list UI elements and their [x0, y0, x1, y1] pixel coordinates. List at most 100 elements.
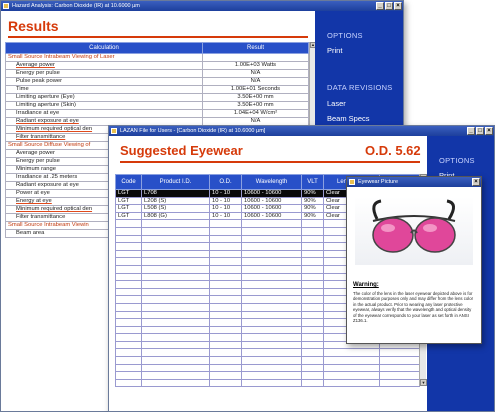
empty-cell [141, 264, 210, 274]
empty-cell [301, 363, 324, 373]
print-link[interactable]: Print [327, 46, 342, 55]
empty-cell [241, 242, 302, 251]
empty-cell [323, 356, 380, 365]
eyewear-picture-titlebar[interactable]: Eyewear Picture × [347, 177, 481, 187]
results-row[interactable]: Energy per pulse N/A [5, 69, 309, 78]
results-row[interactable]: Average power 1.00E+03 Watts [5, 61, 309, 70]
minimize-button[interactable]: _ [376, 2, 384, 10]
close-button[interactable]: × [394, 2, 402, 10]
column-header[interactable]: Product I.D. [141, 174, 210, 190]
empty-cell [301, 226, 324, 236]
empty-cell [115, 356, 142, 365]
results-row[interactable]: Irradiance at eye 1.04E+04 W/cm² [5, 109, 309, 118]
empty-cell [301, 371, 324, 380]
options-heading: OPTIONS [439, 156, 475, 165]
empty-cell [209, 340, 242, 350]
calculation-cell: Average power [5, 61, 203, 70]
empty-cell [241, 318, 302, 327]
empty-cell [209, 295, 242, 304]
column-header-calculation[interactable]: Calculation [5, 42, 203, 54]
results-row[interactable]: Time 1.00E+01 Seconds [5, 85, 309, 94]
app-icon [3, 3, 9, 9]
empty-cell [379, 371, 420, 380]
empty-cell [141, 348, 210, 358]
result-cell: 1.04E+04 W/cm² [202, 109, 309, 118]
empty-cell [115, 219, 142, 228]
empty-cell [241, 371, 302, 380]
hazard-analysis-titlebar[interactable]: Hazard Analysis: Carbon Dioxide (IR) at … [1, 1, 403, 11]
column-header[interactable]: O.D. [209, 174, 242, 190]
eyewear-cell: 10600 - 10600 [241, 189, 302, 198]
empty-cell [115, 280, 142, 289]
eyewear-cell: 90% [301, 189, 324, 198]
empty-cell [115, 264, 142, 274]
empty-cell [209, 356, 242, 365]
minimize-button[interactable]: _ [467, 127, 475, 135]
heading-divider [120, 161, 420, 163]
empty-cell [241, 340, 302, 350]
results-row[interactable]: Pulse peak power N/A [5, 77, 309, 86]
empty-cell [141, 302, 210, 312]
close-button[interactable]: × [472, 178, 480, 186]
results-row[interactable]: Small Source Intrabeam Viewing of Laser [5, 53, 309, 62]
eyewear-cell: 10600 - 10600 [241, 211, 302, 221]
eyewear-titlebar[interactable]: LAZAN File for Users - [Carbon Dioxide (… [109, 126, 494, 136]
empty-row [115, 371, 420, 380]
eyewear-heading: Suggested Eyewear [120, 143, 243, 158]
empty-cell [209, 226, 242, 236]
calculation-cell: Small Source Intrabeam Viewing of Laser [5, 53, 203, 62]
warning-heading: Warning: [353, 282, 379, 288]
calculation-cell: Time [5, 85, 203, 94]
result-cell: N/A [202, 77, 309, 86]
scroll-down-icon[interactable]: ▼ [420, 379, 427, 386]
column-header[interactable]: VLT [301, 174, 324, 190]
eyewear-cell: L708 [141, 189, 210, 198]
empty-cell [323, 378, 380, 388]
empty-cell [209, 280, 242, 289]
calculation-cell: Irradiance at eye [5, 109, 203, 118]
empty-cell [115, 287, 142, 297]
eyewear-cell: 10 - 10 [209, 196, 242, 206]
eyewear-cell: 90% [301, 204, 324, 213]
empty-cell [209, 333, 242, 342]
results-row[interactable]: Limiting aperture (Skin) 3.50E+00 mm [5, 101, 309, 110]
eyewear-cell: LGT [115, 204, 142, 213]
beam-specs-link[interactable]: Beam Specs [327, 114, 370, 123]
empty-cell [241, 378, 302, 388]
column-header[interactable]: Code [115, 174, 142, 190]
eyewear-picture-window: Eyewear Picture × Warning: The color of … [346, 176, 482, 344]
results-row[interactable]: Limiting aperture (Eye) 3.50E+00 mm [5, 93, 309, 102]
empty-cell [323, 348, 380, 358]
empty-cell [209, 310, 242, 320]
empty-cell [115, 242, 142, 251]
empty-cell [301, 219, 324, 228]
maximize-button[interactable]: □ [385, 2, 393, 10]
empty-row [115, 363, 420, 373]
calculation-cell: Energy per pulse [5, 69, 203, 78]
empty-cell [379, 363, 420, 373]
empty-cell [209, 348, 242, 358]
laser-link[interactable]: Laser [327, 99, 346, 108]
empty-cell [115, 310, 142, 320]
empty-cell [209, 318, 242, 327]
close-button[interactable]: × [485, 127, 493, 135]
maximize-button[interactable]: □ [476, 127, 484, 135]
empty-cell [241, 325, 302, 335]
heading-divider [8, 36, 308, 38]
column-header-result[interactable]: Result [202, 42, 309, 54]
empty-cell [141, 340, 210, 350]
column-header[interactable]: Wavelength [241, 174, 302, 190]
empty-cell [115, 302, 142, 312]
eyewear-cell: 10600 - 10600 [241, 196, 302, 206]
empty-cell [115, 378, 142, 388]
empty-cell [241, 310, 302, 320]
empty-cell [141, 295, 210, 304]
empty-cell [301, 234, 324, 244]
empty-cell [209, 287, 242, 297]
empty-cell [209, 249, 242, 259]
calculation-cell: Pulse peak power [5, 77, 203, 86]
empty-cell [301, 295, 324, 304]
empty-cell [301, 280, 324, 289]
safety-glasses-icon [372, 199, 456, 253]
empty-cell [301, 257, 324, 266]
